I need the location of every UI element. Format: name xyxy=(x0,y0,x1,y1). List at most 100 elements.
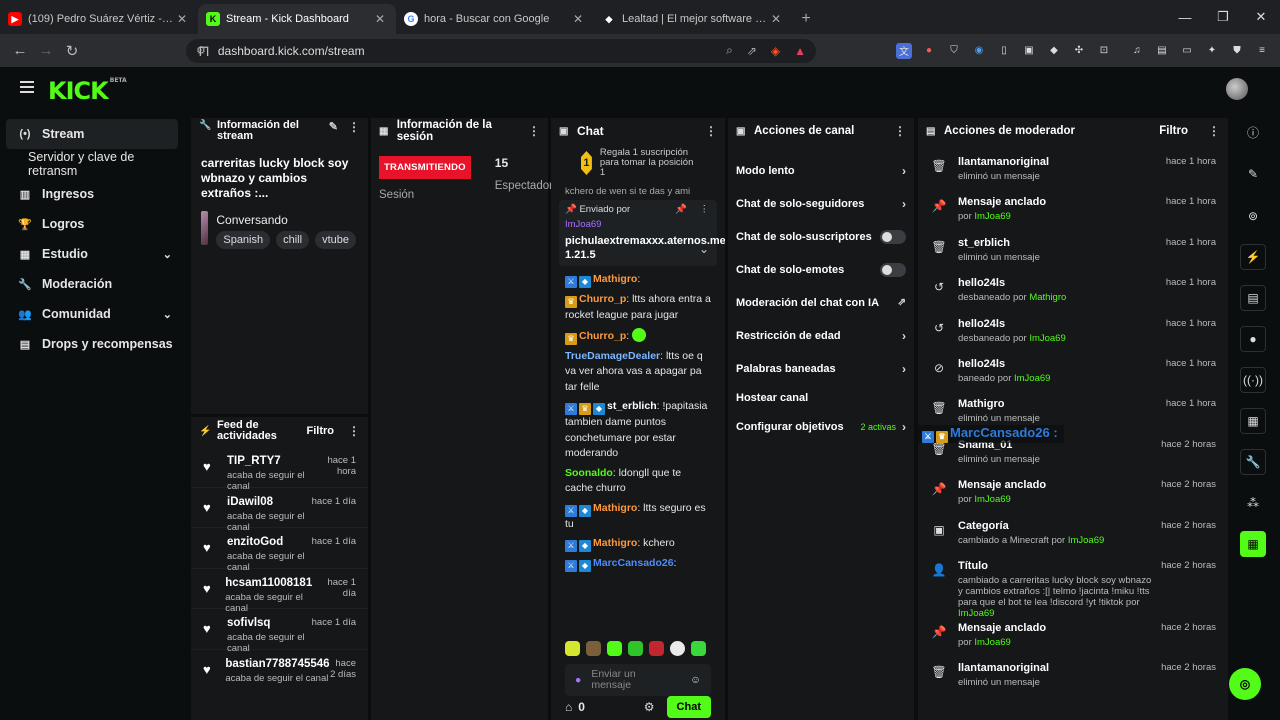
chat-input[interactable]: ● Enviar un mensaje ☺ xyxy=(565,664,711,696)
chat-username[interactable]: TrueDamageDealer xyxy=(565,350,660,362)
brave-rewards-icon[interactable]: ▲ xyxy=(794,44,806,58)
follower-name[interactable]: iDawil08 xyxy=(227,496,306,508)
settings-icon[interactable]: ⚙ xyxy=(644,700,655,714)
menu-icon[interactable]: ≡ xyxy=(1254,43,1270,59)
more-options-icon[interactable]: ⋮ xyxy=(348,120,360,134)
action-host-channel[interactable]: Hostear canal xyxy=(728,385,914,410)
chat-username[interactable]: st_erblich xyxy=(607,400,657,412)
action-ai-moderation[interactable]: Moderación del chat con IA ⇗ xyxy=(728,286,914,319)
clapperboard-icon[interactable]: ▦ xyxy=(1240,531,1266,557)
help-chat-icon[interactable]: ◎ xyxy=(1229,668,1261,700)
browser-tab-youtube[interactable]: ▶ (109) Pedro Suárez Vértiz - Cuént ✕ xyxy=(0,4,198,34)
media-ext-icon[interactable]: ▣ xyxy=(1021,43,1037,59)
camera-icon[interactable]: ⊚ xyxy=(1240,203,1266,229)
mod-action-target[interactable]: Categoría xyxy=(958,520,1156,532)
zoom-icon[interactable]: ⌕ xyxy=(726,43,733,58)
back-icon[interactable]: ← xyxy=(8,39,32,63)
emote-icon[interactable] xyxy=(565,641,580,656)
mod-action-target[interactable]: hello24ls xyxy=(958,318,1156,330)
emoji-icon[interactable]: ☺ xyxy=(690,674,701,686)
new-tab-icon[interactable]: + xyxy=(792,4,820,34)
filter-button[interactable]: Filtro xyxy=(307,425,335,437)
url-field[interactable]: ⚙ dashboard.kick.com/stream ⌕ ⇗ ◈ ▲ xyxy=(186,38,816,63)
music-icon[interactable]: ♫ xyxy=(1129,43,1145,59)
diamond-ext-icon[interactable]: ◆ xyxy=(1046,43,1062,59)
mod-action-target[interactable]: llantamanoriginal xyxy=(958,156,1156,168)
moderator-name[interactable]: ImJoa69 xyxy=(974,211,1010,222)
emote-icon[interactable] xyxy=(670,641,685,656)
tab-close-icon[interactable]: ✕ xyxy=(570,12,586,26)
emotes-only-toggle[interactable] xyxy=(880,262,906,277)
bookmark-icon[interactable]: ⊓ xyxy=(192,39,216,63)
follower-name[interactable]: sofivlsq xyxy=(227,617,306,629)
vpn-shield-icon[interactable]: ⛊ xyxy=(1229,43,1245,59)
more-options-icon[interactable]: ⋮ xyxy=(1208,124,1220,138)
moderator-name[interactable]: ImJoa69 xyxy=(958,608,994,619)
translate-icon[interactable]: 文 xyxy=(896,42,912,59)
emote-icon[interactable] xyxy=(691,641,706,656)
chat-username[interactable]: Mathigro xyxy=(593,273,637,285)
broadcast-icon[interactable]: ((·)) xyxy=(1240,367,1266,393)
more-options-icon[interactable]: ⋮ xyxy=(894,124,906,138)
moderator-name[interactable]: ImJoa69 xyxy=(1068,535,1104,546)
sidebar-item-drops[interactable]: ▤ Drops y recompensas xyxy=(0,329,190,359)
more-options-icon[interactable]: ⋮ xyxy=(528,124,540,138)
more-options-icon[interactable]: ⋮ xyxy=(700,204,710,215)
restore-icon[interactable]: ❐ xyxy=(1204,0,1242,34)
mod-action-target[interactable]: llantamanoriginal xyxy=(958,662,1156,674)
tab-close-icon[interactable]: ✕ xyxy=(174,12,190,26)
mic-icon[interactable]: ● xyxy=(575,674,581,686)
gift-leaderboard[interactable]: 1 Regala 1 suscripción para tomar la pos… xyxy=(551,144,725,182)
mod-action-target[interactable]: Mensaje anclado xyxy=(958,479,1156,491)
mod-action-target[interactable]: st_erblich xyxy=(958,237,1156,249)
emote-icon[interactable] xyxy=(628,641,643,656)
reload-icon[interactable]: ↻ xyxy=(60,39,84,63)
lightning-icon[interactable]: ⚡ xyxy=(1240,244,1266,270)
wallet-icon[interactable]: ▭ xyxy=(1179,43,1195,59)
unpin-icon[interactable]: 📌 xyxy=(675,204,687,215)
hamburger-menu-icon[interactable] xyxy=(20,81,34,93)
more-options-icon[interactable]: ⋮ xyxy=(348,424,360,438)
screenshot-icon[interactable]: ⊡ xyxy=(1096,43,1112,59)
action-age-restriction[interactable]: Restricción de edad › xyxy=(728,319,914,352)
chat-username[interactable]: MarcCansado26 xyxy=(593,557,674,569)
sidebar-item-stream-key[interactable]: Servidor y clave de retransm xyxy=(0,149,190,179)
moderator-name[interactable]: Mathigro xyxy=(1029,292,1066,303)
follower-name[interactable]: bastian7788745546 xyxy=(225,658,329,670)
emote-icon[interactable] xyxy=(607,641,622,656)
chat-username[interactable]: Soonaldo xyxy=(565,467,613,479)
document-icon[interactable]: ▤ xyxy=(1240,285,1266,311)
moderator-name[interactable]: ImJoa69 xyxy=(974,637,1010,648)
puzzle-icon[interactable]: ✣ xyxy=(1071,43,1087,59)
follower-name[interactable]: hcsam11008181 xyxy=(225,577,312,589)
send-chat-button[interactable]: Chat xyxy=(666,696,711,718)
minimize-icon[interactable]: — xyxy=(1166,0,1204,34)
sidebar-item-logros[interactable]: 🏆 Logros xyxy=(0,209,190,239)
chat-username[interactable]: Mathigro xyxy=(593,537,637,549)
fire-icon[interactable]: ● xyxy=(921,43,937,59)
action-followers-only[interactable]: Chat de solo-seguidores › xyxy=(728,187,914,220)
mod-action-target[interactable]: hello24ls xyxy=(958,277,1156,289)
more-options-icon[interactable]: ⋮ xyxy=(705,124,717,138)
sidebar-item-comunidad[interactable]: 👥 Comunidad ⌄ xyxy=(0,299,190,329)
ai-icon[interactable]: ✦ xyxy=(1204,43,1220,59)
follower-name[interactable]: enzitoGod xyxy=(227,536,306,548)
filter-button[interactable]: Filtro xyxy=(1159,125,1188,137)
moderator-name[interactable]: ImJoa69 xyxy=(1029,333,1065,344)
mod-action-target[interactable]: Mensaje anclado xyxy=(958,622,1156,634)
kick-logo[interactable]: KICK BETA xyxy=(48,77,127,105)
emote-icon[interactable] xyxy=(649,641,664,656)
mod-action-target[interactable]: Mensaje anclado xyxy=(958,196,1156,208)
close-window-icon[interactable]: ✕ xyxy=(1242,0,1280,34)
doc-ext-icon[interactable]: ▯ xyxy=(996,43,1012,59)
shield-ext-icon[interactable]: ⛉ xyxy=(946,43,962,59)
layers-icon[interactable]: ▦ xyxy=(1240,408,1266,434)
action-banned-words[interactable]: Palabras baneadas › xyxy=(728,352,914,385)
browser-tab-kick[interactable]: K Stream - Kick Dashboard ✕ xyxy=(198,4,396,34)
pinned-user[interactable]: ImJoa69 xyxy=(565,219,711,230)
vpn-icon[interactable]: ◉ xyxy=(971,43,987,59)
sidebar-item-ingresos[interactable]: ▥ Ingresos xyxy=(0,179,190,209)
mod-action-target[interactable]: hello24ls xyxy=(958,358,1156,370)
chat-username[interactable]: Churro_p xyxy=(579,293,626,305)
network-icon[interactable]: ⁂ xyxy=(1240,490,1266,516)
